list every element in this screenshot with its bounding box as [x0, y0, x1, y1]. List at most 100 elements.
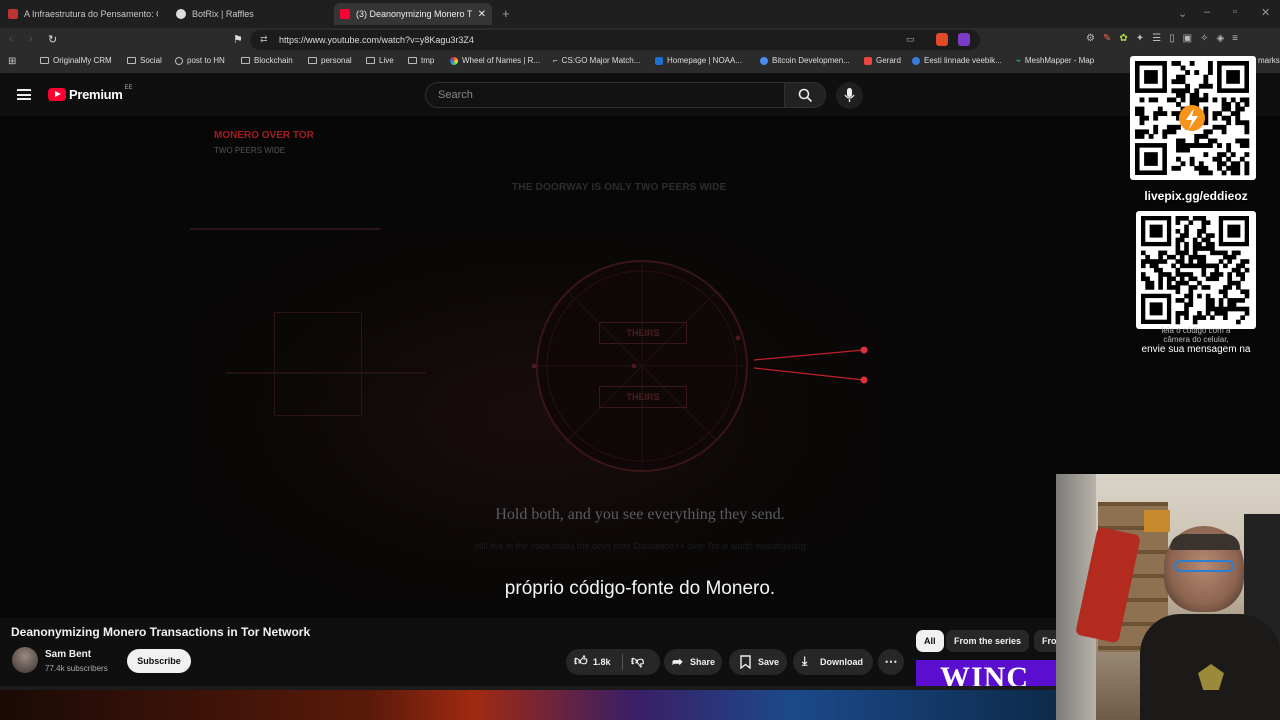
extension-icon[interactable]: ✿ [1119, 33, 1127, 44]
like-icon[interactable]: 👍︎ [574, 653, 588, 669]
subscriber-count: 77.4k subscribers [45, 664, 108, 673]
extension-icon[interactable]: ⚙ [1086, 33, 1095, 44]
bookmark-bitcoin-dev[interactable]: Bitcoin Developmen... [760, 56, 850, 65]
webcam-poster [1144, 510, 1170, 532]
folder-icon [408, 57, 417, 64]
close-window-icon[interactable]: ✕ [1261, 6, 1270, 19]
url-text: https://www.youtube.com/watch?v=y8Kagu3r… [279, 35, 474, 45]
wheel-icon [450, 56, 458, 65]
minimize-icon[interactable]: – [1204, 6, 1210, 18]
video-line [190, 228, 380, 230]
channel-name[interactable]: Sam Bent [45, 649, 91, 660]
folder-icon [40, 57, 49, 64]
bookmark-social[interactable]: Social [127, 56, 162, 65]
site-info-icon[interactable]: ⇄ [260, 34, 268, 45]
extensions-area: ⚙ ✎ ✿ ✦ ☰ ▯ ▣ ✧ ◈ ≡ [1086, 33, 1238, 44]
mesh-icon: ⌁ [1016, 56, 1021, 65]
wallet-icon[interactable]: ▣ [1183, 33, 1192, 44]
channel-avatar[interactable] [12, 647, 38, 673]
bookmark-blockchain[interactable]: Blockchain [241, 56, 293, 65]
bookmark-gerard[interactable]: Gerard [864, 56, 901, 65]
chip-from-the-series[interactable]: From the series [946, 630, 1030, 652]
globe-icon [175, 56, 183, 65]
qr-pattern-icon [1135, 61, 1250, 176]
sidebar-icon[interactable]: ▯ [1169, 33, 1175, 44]
tab-search-icon[interactable]: ⌄ [1178, 7, 1187, 20]
tab-favicon-icon [8, 9, 18, 19]
theirs-box-1: THEIRS [599, 322, 687, 344]
brave-rewards-icon[interactable] [958, 33, 970, 46]
tab-favicon-icon [176, 9, 186, 19]
video-top-label: MONERO OVER TOR [214, 130, 314, 141]
share-icon: ➦ [672, 654, 683, 669]
bookmark-wheel-of-names[interactable]: Wheel of Names | R... [450, 56, 540, 65]
like-dislike-group: 👍︎ 1.8k 👎︎ [566, 649, 660, 675]
download-button[interactable]: ⤓ Download [793, 649, 873, 675]
close-tab-icon[interactable]: ✕ [478, 9, 486, 20]
tab-infraestrutura[interactable]: A Infraestrutura do Pensamento: Com [8, 3, 158, 25]
folder-icon [241, 57, 250, 64]
qr-caption-message: envie sua mensagem na [1141, 344, 1251, 355]
browser-tab-bar: A Infraestrutura do Pensamento: Com BotR… [0, 0, 1280, 28]
search-icon [798, 88, 813, 103]
share-button[interactable]: ➦ Share [664, 649, 722, 675]
bookmark-icon[interactable]: ⚑ [233, 33, 243, 46]
reload-icon[interactable]: ↻ [48, 33, 57, 46]
bookmark-tmp[interactable]: tmp [408, 56, 434, 65]
cast-icon[interactable]: ▭ [906, 34, 915, 45]
like-count[interactable]: 1.8k [593, 657, 611, 667]
webcam-overlay [1056, 474, 1280, 720]
tab-title: A Infraestrutura do Pensamento: Com [24, 9, 158, 19]
bookmark-originalmy[interactable]: OriginalMy CRM [40, 56, 112, 65]
chip-from[interactable]: Fro [1034, 630, 1056, 652]
webcam-person-hair [1170, 534, 1240, 550]
bookmark-meshmapper[interactable]: ⌁ MeshMapper - Map [1016, 56, 1094, 65]
bookmark-eesti[interactable]: Eesti linnade veebik... [912, 56, 1002, 65]
dislike-icon[interactable]: 👎︎ [631, 653, 644, 669]
youtube-premium-logo[interactable]: Premium EE [48, 85, 133, 102]
bookmark-post-to-hn[interactable]: post to HN [175, 56, 225, 65]
subscribe-button[interactable]: Subscribe [127, 649, 191, 673]
folder-icon [308, 57, 317, 64]
bookmark-live[interactable]: Live [366, 56, 394, 65]
vpn-icon[interactable]: ◈ [1216, 33, 1224, 44]
bookmark-csgo[interactable]: ⌐ CS:GO Major Match... [553, 56, 640, 65]
download-icon: ⤓ [802, 654, 808, 668]
qr-code-bottom [1136, 211, 1256, 329]
voice-search-button[interactable] [836, 82, 863, 109]
bookmark-noaa[interactable]: Homepage | NOAA... [655, 56, 742, 65]
forward-icon[interactable]: › [29, 33, 33, 45]
maximize-icon[interactable]: ▫ [1233, 6, 1237, 18]
video-line [226, 372, 426, 374]
youtube-play-icon [48, 88, 66, 101]
hamburger-menu-icon[interactable] [17, 89, 31, 100]
search-button[interactable] [784, 82, 826, 108]
tab-title: BotRix | Raffles [192, 9, 254, 19]
bookmark-personal[interactable]: personal [308, 56, 352, 65]
logo-text: Premium [69, 87, 123, 102]
back-icon[interactable]: ‹ [9, 33, 13, 45]
tab-youtube-active[interactable]: (3) Deanonymizing Monero T ✕ [334, 3, 492, 25]
extension-icon[interactable]: ✎ [1103, 33, 1111, 44]
address-bar[interactable]: ⇄ https://www.youtube.com/watch?v=y8Kagu… [250, 30, 980, 50]
apps-grid-icon[interactable]: ⊞ [8, 56, 16, 67]
csgo-icon: ⌐ [553, 56, 558, 65]
network-ring-diagram [531, 260, 868, 472]
bitcoin-dev-icon [760, 56, 768, 65]
qr-pattern-icon [1141, 216, 1250, 325]
chip-all[interactable]: All [916, 630, 944, 652]
new-tab-icon[interactable]: + [502, 6, 510, 21]
leo-icon[interactable]: ✧ [1200, 33, 1208, 44]
save-button[interactable]: Save [729, 649, 787, 675]
menu-icon[interactable]: ≡ [1232, 33, 1238, 44]
next-video-thumbnail-strip[interactable] [0, 690, 1056, 720]
microphone-icon [844, 88, 855, 102]
extensions-puzzle-icon[interactable]: ✦ [1136, 33, 1144, 44]
brave-shield-icon[interactable] [936, 33, 948, 46]
search-input[interactable]: Search [425, 82, 785, 108]
qr-code-top [1130, 56, 1256, 180]
youtube-favicon-icon [340, 9, 350, 19]
reading-list-icon[interactable]: ☰ [1152, 33, 1161, 44]
tab-botrix[interactable]: BotRix | Raffles [176, 3, 326, 25]
more-actions-icon[interactable]: ⋯ [878, 649, 904, 675]
